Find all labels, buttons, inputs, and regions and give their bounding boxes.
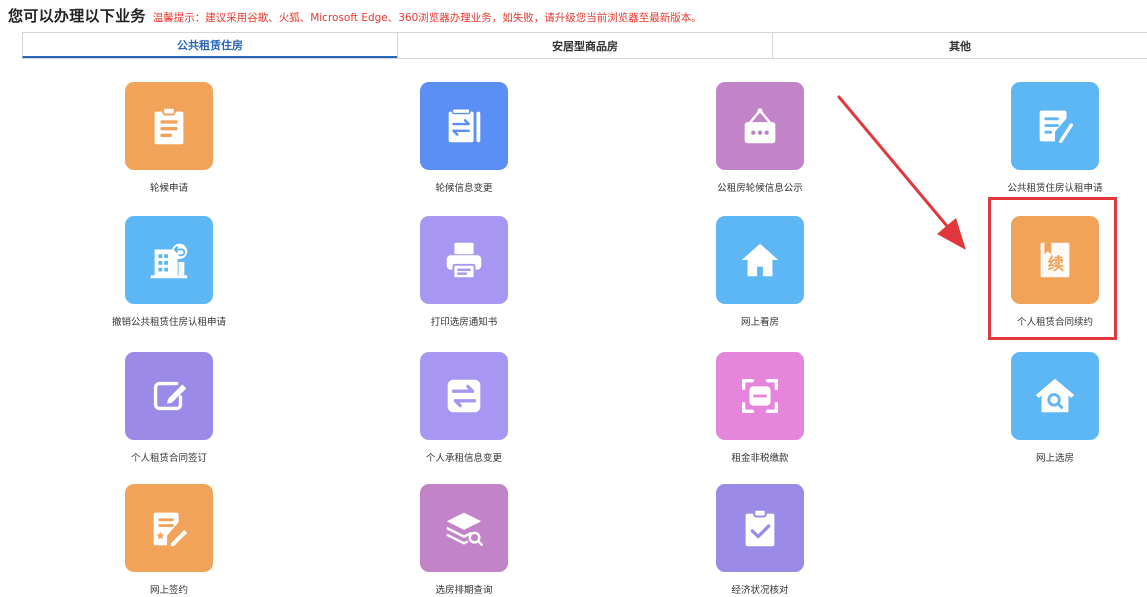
service-online-selection[interactable]: 网上选房	[955, 352, 1147, 464]
service-label: 租金非税缴款	[731, 453, 789, 464]
service-label: 轮候申请	[149, 183, 188, 194]
house-icon	[716, 216, 804, 304]
clipboard-check-icon	[716, 484, 804, 572]
service-label: 个人承租信息变更	[425, 453, 502, 464]
service-tenant-info-change[interactable]: 个人承租信息变更	[364, 352, 564, 464]
highlight-box	[988, 197, 1117, 340]
service-rental-application[interactable]: 公共租赁住房认租申请	[955, 82, 1147, 194]
service-waitlist-application[interactable]: 轮候申请	[69, 82, 269, 194]
service-label: 公租房轮候信息公示	[717, 183, 803, 194]
service-cancel-rental-application[interactable]: 撤销公共租赁住房认租申请	[69, 216, 269, 328]
service-label: 选房排期查询	[435, 585, 493, 596]
tab-affordable-housing[interactable]: 安居型商品房	[397, 32, 772, 58]
tab-public-rental-housing[interactable]: 公共租赁住房	[22, 32, 397, 58]
service-label: 个人租赁合同签订	[130, 453, 207, 464]
service-print-notice[interactable]: 打印选房通知书	[364, 216, 564, 328]
printer-icon	[420, 216, 508, 304]
service-label: 网上签约	[149, 585, 188, 596]
service-label: 经济状况核对	[731, 585, 789, 596]
building-undo-icon	[125, 216, 213, 304]
tab-other[interactable]: 其他	[772, 32, 1147, 58]
document-star-pen-icon	[125, 484, 213, 572]
notice-board-icon	[716, 82, 804, 170]
service-label: 公共租赁住房认租申请	[1007, 183, 1103, 194]
service-label: 撤销公共租赁住房认租申请	[111, 317, 226, 328]
service-contract-signing[interactable]: 个人租赁合同签订	[69, 352, 269, 464]
swap-document-icon	[420, 82, 508, 170]
service-label: 网上看房	[740, 317, 779, 328]
service-rent-payment[interactable]: 租金非税缴款	[660, 352, 860, 464]
clipboard-list-icon	[125, 82, 213, 170]
document-edit-icon	[1011, 82, 1099, 170]
service-label: 打印选房通知书	[430, 317, 498, 328]
service-waitlist-publicity[interactable]: 公租房轮候信息公示	[660, 82, 860, 194]
sign-edit-icon	[125, 352, 213, 440]
page-header: 您可以办理以下业务 温馨提示：建议采用谷歌、火狐、Microsoft Edge、…	[8, 5, 702, 25]
service-online-viewing[interactable]: 网上看房	[660, 216, 860, 328]
page-title: 您可以办理以下业务	[8, 7, 146, 25]
exchange-arrows-icon	[420, 352, 508, 440]
service-label: 轮候信息变更	[435, 183, 493, 194]
service-economic-verification[interactable]: 经济状况核对	[660, 484, 860, 596]
house-search-icon	[1011, 352, 1099, 440]
scan-payment-icon	[716, 352, 804, 440]
browser-tip: 温馨提示：建议采用谷歌、火狐、Microsoft Edge、360浏览器办理业务…	[152, 12, 702, 24]
service-waitlist-info-change[interactable]: 轮候信息变更	[364, 82, 564, 194]
service-online-contract[interactable]: 网上签约	[69, 484, 269, 596]
layers-search-icon	[420, 484, 508, 572]
tab-bar: 公共租赁住房 安居型商品房 其他	[22, 32, 1147, 59]
service-schedule-query[interactable]: 选房排期查询	[364, 484, 564, 596]
service-label: 网上选房	[1035, 453, 1074, 464]
